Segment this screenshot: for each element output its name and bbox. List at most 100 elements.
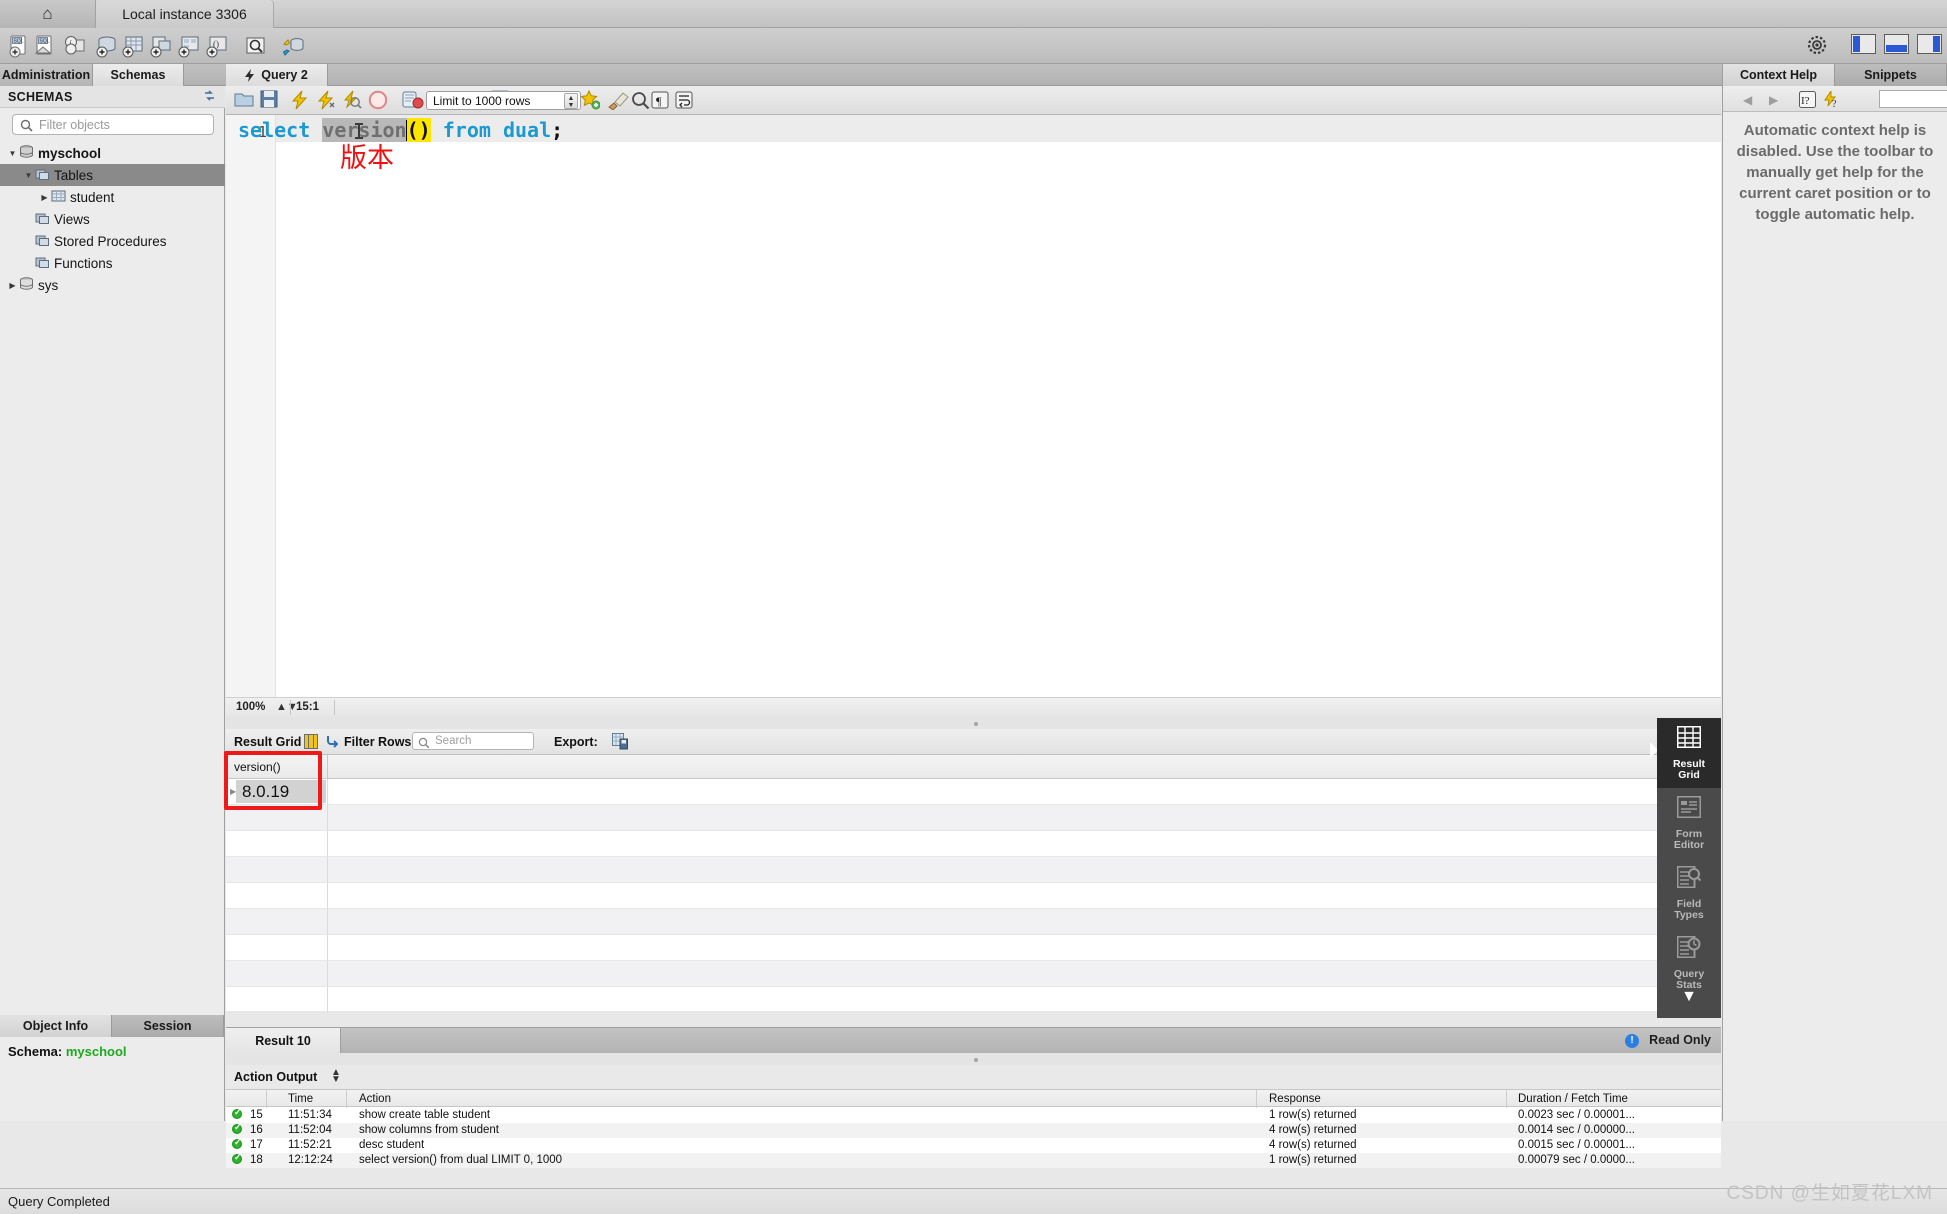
result-grid[interactable]: version() ▶ 8.0.19 (226, 755, 1721, 1011)
tab-query-2[interactable]: Query 2 (226, 64, 328, 86)
row-cell[interactable] (226, 857, 328, 882)
table-row[interactable] (226, 935, 1721, 961)
tree-item-label: Views (54, 212, 90, 227)
export-icon[interactable] (612, 733, 628, 755)
find-icon[interactable] (630, 90, 651, 111)
new-function-icon[interactable]: () (206, 35, 230, 58)
reconnect-server-icon[interactable] (282, 35, 306, 58)
toggle-bottom-panel-button[interactable] (1884, 34, 1909, 54)
twisty-right-icon[interactable] (38, 193, 51, 202)
splitter-handle[interactable] (974, 1058, 978, 1062)
tab-result-10[interactable]: Result 10 (226, 1028, 341, 1054)
tree-item-sys[interactable]: sys (0, 274, 225, 296)
query-stats-icon (1677, 936, 1701, 963)
home-tab[interactable]: ⌂ (0, 0, 96, 28)
execute-icon[interactable] (290, 90, 311, 111)
action-output-filter-stepper[interactable]: ▲▼ (331, 1069, 341, 1083)
tab-object-info[interactable]: Object Info (0, 1015, 112, 1037)
chevron-down-icon[interactable]: ▼ (1657, 988, 1721, 1006)
row-cell[interactable] (226, 935, 328, 960)
row-cell[interactable] (226, 987, 328, 1012)
new-schema-icon[interactable] (96, 35, 120, 58)
stop-icon[interactable] (368, 90, 389, 111)
tab-context-help[interactable]: Context Help (1723, 64, 1835, 86)
schema-label: Schema: (8, 1044, 62, 1059)
tree-item-myschool[interactable]: myschool (0, 142, 225, 164)
table-row[interactable]: 18 12:12:24 select version() from dual L… (226, 1153, 1721, 1168)
strip-item-result-grid[interactable]: ResultGrid (1657, 718, 1721, 788)
table-row[interactable] (226, 961, 1721, 987)
tab-administration[interactable]: Administration (0, 64, 93, 86)
auto-help-icon[interactable]: ? (1823, 91, 1841, 113)
execute-current-statement-icon[interactable] (316, 90, 337, 111)
toggle-right-panel-button[interactable] (1917, 34, 1942, 54)
beautify-sql-icon[interactable] (608, 90, 629, 111)
row-cell[interactable] (226, 909, 328, 934)
wrap-lines-icon[interactable] (674, 90, 695, 111)
forward-arrow-icon[interactable]: ▶ (1769, 93, 1778, 107)
open-inspector-icon[interactable]: i (64, 35, 88, 58)
table-row[interactable]: 15 11:51:34 show create table student 1 … (226, 1108, 1721, 1123)
row-cell[interactable] (226, 831, 328, 856)
results-output-splitter[interactable] (226, 1053, 1721, 1065)
connection-tab-local-instance[interactable]: Local instance 3306 (96, 0, 274, 28)
keyword-select: select (238, 118, 310, 142)
row-limit-select[interactable]: Limit to 1000 rows ▲▼ (426, 91, 581, 110)
new-view-icon[interactable] (150, 35, 174, 58)
table-row[interactable]: 17 11:52:21 desc student 4 row(s) return… (226, 1138, 1721, 1153)
stop-on-error-icon[interactable] (402, 90, 423, 111)
splitter-handle[interactable] (974, 722, 978, 726)
row-id: 16 (250, 1124, 263, 1136)
new-snippet-icon[interactable] (580, 90, 601, 111)
strip-item-field-types[interactable]: FieldTypes (1657, 858, 1721, 928)
row-cell[interactable] (226, 961, 328, 986)
save-file-icon[interactable] (260, 90, 281, 111)
filter-objects-input[interactable]: Filter objects (12, 114, 214, 135)
result-search-input[interactable]: Search (412, 732, 534, 750)
tab-result-10-label: Result 10 (255, 1034, 311, 1048)
explain-query-icon[interactable] (342, 90, 363, 111)
gear-icon[interactable] (1806, 34, 1830, 57)
row-cell[interactable] (226, 883, 328, 908)
table-row[interactable]: 16 11:52:04 show columns from student 4 … (226, 1123, 1721, 1138)
tree-item-stored-procedures[interactable]: Stored Procedures (0, 230, 225, 252)
tab-snippets[interactable]: Snippets (1835, 64, 1947, 86)
table-row[interactable] (226, 909, 1721, 935)
open-sql-script-icon[interactable]: SQL (34, 35, 58, 58)
tree-item-student[interactable]: student (0, 186, 225, 208)
sql-editor[interactable]: 1 select version() from dual; (226, 115, 1721, 697)
table-row[interactable] (226, 857, 1721, 883)
refresh-icon[interactable] (203, 89, 216, 107)
table-row[interactable] (226, 805, 1721, 831)
highlight-annotation-box (224, 751, 322, 810)
object-info-tab-bar: Object Info Session (0, 1015, 225, 1037)
wrap-cell-icon[interactable] (326, 734, 340, 754)
tree-item-tables[interactable]: Tables (0, 164, 225, 186)
tab-session[interactable]: Session (112, 1015, 224, 1037)
search-data-icon[interactable] (244, 35, 268, 58)
twisty-right-icon[interactable] (6, 281, 19, 290)
tree-item-views[interactable]: Views (0, 208, 225, 230)
new-procedure-icon[interactable] (178, 35, 202, 58)
new-sql-tab-icon[interactable]: SQL (8, 35, 32, 58)
editor-zoom-stepper[interactable]: ▲▼ (276, 701, 298, 713)
editor-results-splitter[interactable] (226, 717, 1721, 729)
context-help-search-input[interactable] (1879, 90, 1947, 108)
table-row[interactable] (226, 883, 1721, 909)
tab-schemas[interactable]: Schemas (93, 64, 184, 86)
open-file-icon[interactable] (234, 90, 255, 111)
tree-item-functions[interactable]: Functions (0, 252, 225, 274)
twisty-down-icon[interactable] (22, 171, 35, 180)
twisty-down-icon[interactable] (6, 149, 19, 158)
table-row[interactable]: ▶ 8.0.19 (226, 779, 1721, 805)
result-view-strip: ResultGrid FormEditor FieldTypes QuerySt… (1657, 718, 1721, 1018)
new-table-icon[interactable] (122, 35, 146, 58)
toggle-left-panel-button[interactable] (1851, 34, 1876, 54)
invisible-characters-icon[interactable]: ¶ (650, 90, 671, 111)
table-row[interactable] (226, 987, 1721, 1013)
row-limit-stepper[interactable]: ▲▼ (564, 93, 578, 109)
back-arrow-icon[interactable]: ◀ (1743, 93, 1752, 107)
strip-item-form-editor[interactable]: FormEditor (1657, 788, 1721, 858)
context-help-icon[interactable]: I? (1799, 91, 1816, 113)
table-row[interactable] (226, 831, 1721, 857)
